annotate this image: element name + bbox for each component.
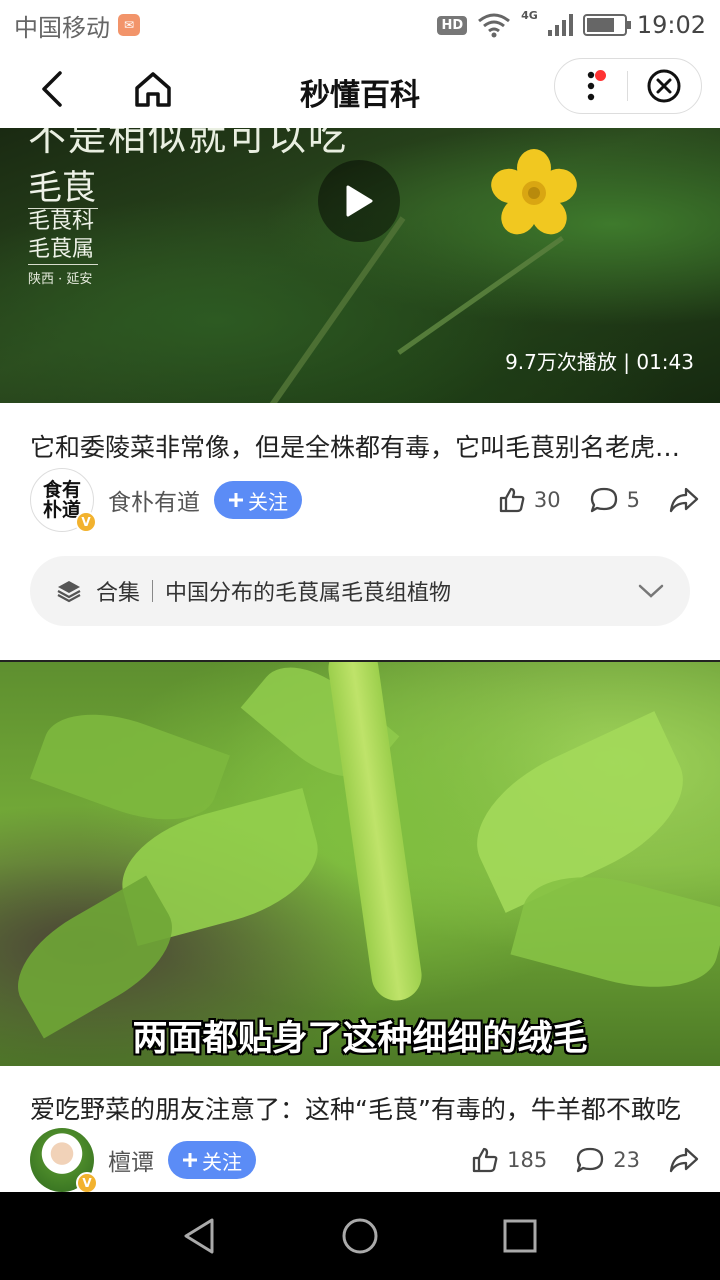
buttercup-flower-image [491,149,577,235]
meta-separator: | [623,350,637,374]
video-meta: 9.7万次播放 | 01:43 [505,346,694,375]
clock: 19:02 [636,11,706,39]
system-home-button[interactable] [330,1206,390,1266]
like-button[interactable]: 30 [498,486,561,514]
follow-label: 关注 [248,489,288,514]
hd-indicator: HD [437,15,468,35]
video-player-2[interactable]: 两面都贴身了这种细细的绒毛 [0,662,720,1066]
circle-home-icon [342,1218,378,1254]
share-icon [669,487,699,513]
video-plant-family: 毛茛科 毛茛属 [28,208,94,264]
video-title-2[interactable]: 爱吃野菜的朋友注意了：这种“毛茛”有毒的，牛羊都不敢吃 [30,1090,700,1126]
plus-icon [229,493,243,507]
author-name[interactable]: 食朴有道 [108,483,200,517]
close-circle-icon [647,69,681,103]
stats: 30 5 [498,486,700,514]
like-count: 185 [507,1148,548,1172]
more-button[interactable] [555,58,627,114]
video-subtitle: 两面都贴身了这种细细的绒毛 [132,1019,588,1059]
verified-badge-icon: V [76,1172,98,1194]
author-row-1: 食有 朴道 V 食朴有道 关注 30 5 [30,468,700,533]
comment-icon [590,487,617,513]
video-location: 陕西 · 延安 [28,272,93,287]
hairy-stem-image [325,662,425,1004]
play-button[interactable] [318,160,400,242]
video-player-1[interactable]: 不是相似就可以吃 毛茛 毛茛科 毛茛属 陕西 · 延安 9.7万次播放 | 01… [0,128,720,403]
comment-count: 5 [626,488,640,512]
author-name[interactable]: 檀谭 [108,1143,154,1177]
play-icon [346,185,373,217]
family-label: 毛茛科 [28,209,95,234]
video-overlay-title: 不是相似就可以吃 [28,128,349,159]
status-bar: 中国移动 ✉ HD 4G 19:02 [0,0,720,50]
genus-label: 毛茛属 [28,237,95,262]
square-recents-icon [503,1219,537,1253]
divider-line [28,264,98,265]
thumbs-up-icon [499,487,525,513]
stats: 185 23 [471,1146,700,1174]
nav-bar: 秒懂百科 [0,50,720,128]
plant-stem [262,216,406,403]
close-button[interactable] [628,58,702,114]
share-button[interactable] [668,1146,700,1174]
chevron-down-icon [638,584,664,598]
system-navigation-bar [0,1192,720,1280]
share-button[interactable] [668,486,700,514]
collection-label: 合集 [96,581,141,606]
triangle-back-icon [184,1218,214,1254]
verified-badge-icon: V [75,511,97,533]
video-plant-name: 毛茛 [28,168,96,208]
like-count: 30 [533,488,561,512]
wifi-icon [478,13,511,38]
avatar[interactable]: V [30,1128,98,1194]
plus-icon [183,1153,197,1167]
mini-program-capsule [554,58,702,114]
avatar-logo-text: 食有 朴道 [42,479,81,521]
collection-selector[interactable]: 合集 中国分布的毛茛属毛茛组植物 [30,556,690,626]
share-icon [669,1147,699,1173]
collection-separator [152,580,154,602]
follow-button[interactable]: 关注 [168,1141,256,1179]
system-back-button[interactable] [170,1206,230,1266]
signal-icon [547,14,573,36]
author-row-2: V 檀谭 关注 185 23 [30,1128,700,1194]
system-recents-button[interactable] [490,1206,550,1266]
notification-dot [595,70,606,81]
follow-button[interactable]: 关注 [214,481,302,519]
network-type: 4G [521,8,538,22]
like-button[interactable]: 185 [471,1146,547,1174]
video-title-1[interactable]: 它和委陵菜非常像，但是全株都有毒，它叫毛茛别名老虎脚迹草 [30,428,700,464]
avatar[interactable]: 食有 朴道 V [30,468,97,533]
plant-stem [397,235,564,355]
comment-button[interactable]: 5 [589,486,640,514]
collection-name: 中国分布的毛茛属毛茛组植物 [165,581,452,606]
view-count: 9.7万次播放 [505,350,617,374]
follow-label: 关注 [202,1149,242,1174]
comment-button[interactable]: 23 [575,1146,640,1174]
battery-icon [582,14,631,36]
carrier-name: 中国移动 [14,13,110,42]
comment-count: 23 [613,1148,640,1172]
comment-icon [577,1147,604,1173]
video-duration: 01:43 [636,350,694,374]
layers-icon [57,581,81,603]
notification-app-icon: ✉ [118,14,140,36]
thumbs-up-icon [473,1147,498,1173]
